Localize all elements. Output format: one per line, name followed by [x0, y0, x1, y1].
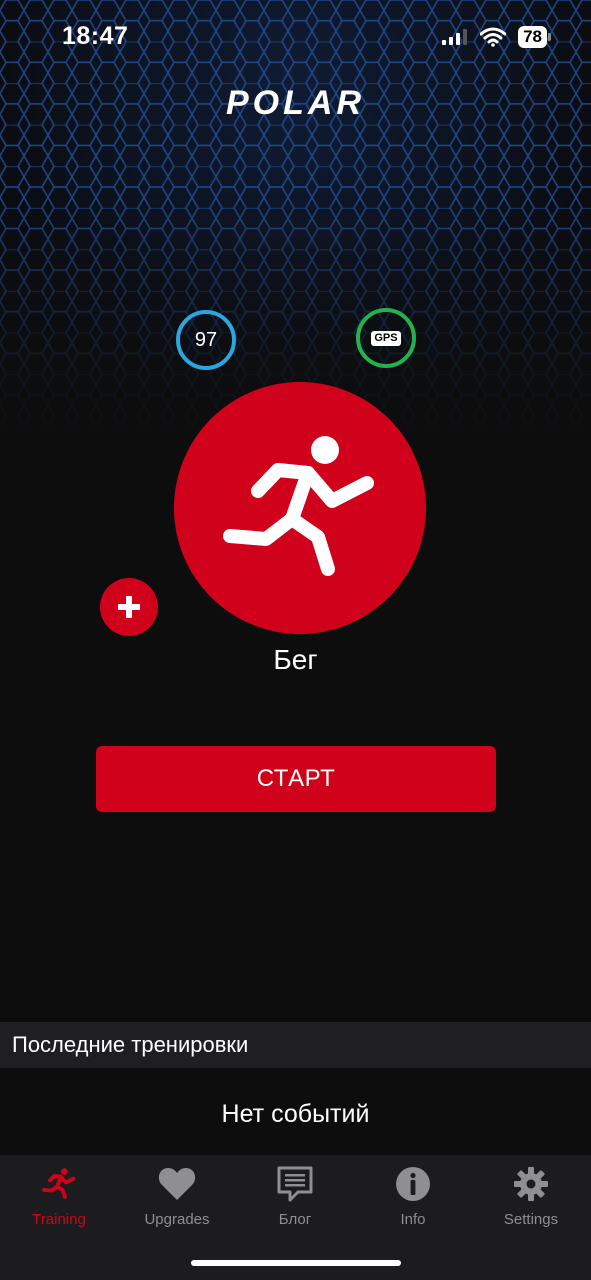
no-events-text: Нет событий: [221, 1100, 370, 1128]
info-icon: [396, 1167, 430, 1201]
start-button[interactable]: СТАРТ: [96, 746, 496, 812]
signal-icon: [442, 29, 468, 45]
tab-blog-label: Блог: [278, 1211, 312, 1228]
running-icon: [42, 1168, 76, 1199]
home-indicator[interactable]: [191, 1260, 401, 1266]
battery-level: 78: [518, 26, 547, 48]
status-time: 18:47: [62, 22, 129, 50]
polar-logo: POLAR: [0, 84, 591, 123]
gps-indicator[interactable]: GPS: [356, 308, 416, 368]
heart-rate-value: 97: [194, 328, 218, 351]
recent-trainings-header: Последние тренировки: [0, 1022, 591, 1068]
tab-training-label: Training: [32, 1211, 86, 1228]
gear-icon: [514, 1167, 548, 1201]
wifi-icon: [480, 27, 507, 47]
tab-blog[interactable]: Блог: [236, 1165, 354, 1228]
add-sport-button[interactable]: [100, 578, 158, 636]
heart-icon: [158, 1168, 196, 1200]
sport-selector-button[interactable]: [174, 382, 426, 634]
chat-icon: [277, 1166, 313, 1202]
tab-training[interactable]: Training: [0, 1165, 118, 1228]
tab-info-label: Info: [400, 1211, 426, 1228]
tab-settings[interactable]: Settings: [472, 1165, 590, 1228]
hero-background: [0, 0, 591, 440]
heart-rate-indicator[interactable]: 97: [176, 310, 236, 370]
tab-settings-label: Settings: [503, 1211, 559, 1228]
battery-icon: 78: [518, 26, 551, 48]
tab-upgrades[interactable]: Upgrades: [118, 1165, 236, 1228]
sport-name: Бег: [273, 644, 318, 675]
tab-info[interactable]: Info: [354, 1165, 472, 1228]
gps-label: GPS: [371, 330, 401, 346]
status-icons: 78: [442, 26, 551, 48]
running-icon: [223, 436, 374, 576]
tab-upgrades-label: Upgrades: [144, 1211, 210, 1228]
plus-icon: [118, 596, 140, 618]
logo-text: POLAR: [226, 84, 365, 122]
